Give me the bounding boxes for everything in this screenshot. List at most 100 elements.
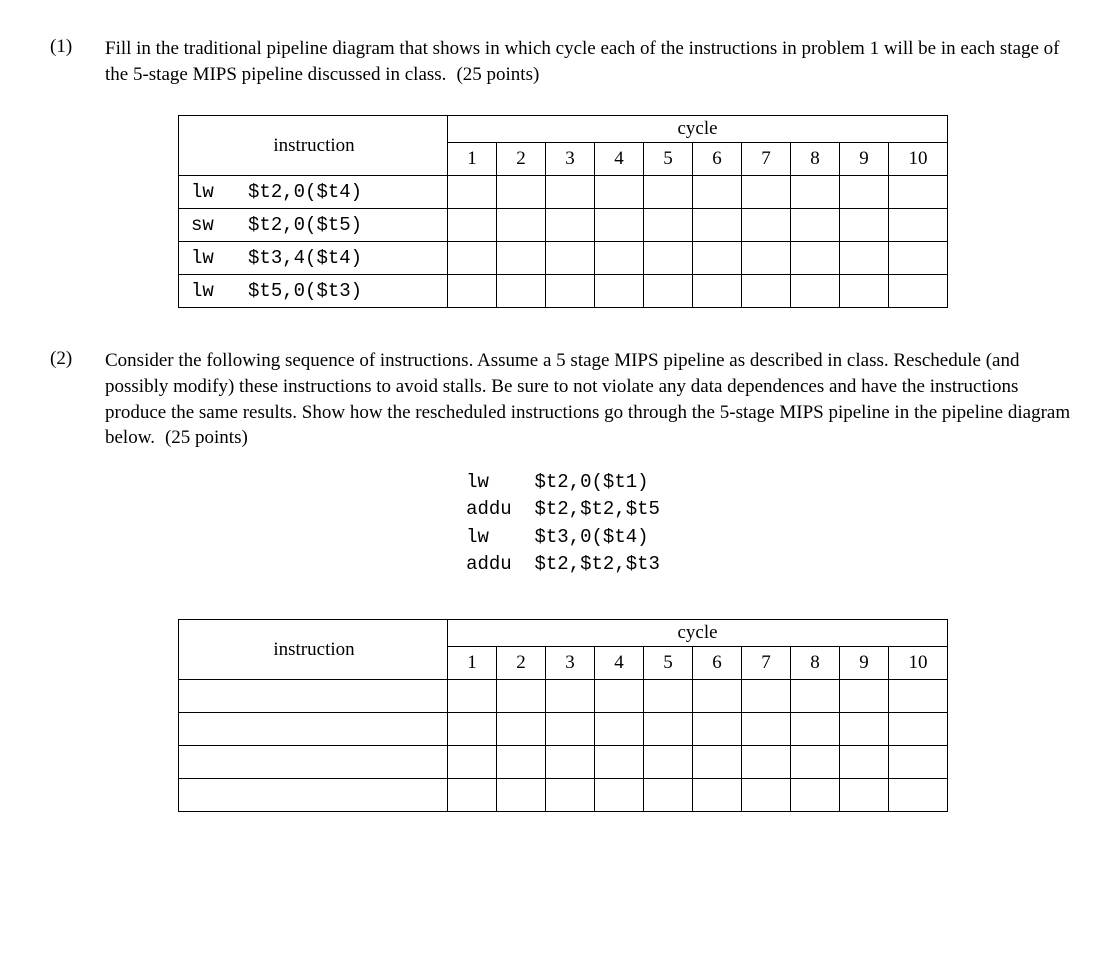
pipe-cell [595,746,644,779]
pipe-cell [693,746,742,779]
pipe-cell [840,242,889,275]
pipe-cell [742,779,791,812]
cycle-col-1: 1 [448,143,497,176]
table-2-instruction-header: instruction [179,620,448,680]
cycle-col-2: 2 [497,647,546,680]
table-row [179,746,948,779]
pipe-cell [889,275,948,308]
pipe-cell [546,680,595,713]
problem-2-number: (2) [50,348,105,451]
instr-cell-empty [179,713,448,746]
cycle-col-7: 7 [742,647,791,680]
pipe-cell [693,275,742,308]
instr-args: $t3,4($t4) [248,247,362,269]
instr-args: $t5,0($t3) [248,280,362,302]
table-1-cycle-header: cycle [448,116,948,143]
cycle-col-5: 5 [644,143,693,176]
pipe-cell [889,209,948,242]
code-block: lw $t2,0($t1) addu $t2,$t2,$t5 lw $t3,0(… [466,469,660,579]
pipe-cell [644,275,693,308]
code-line: addu $t2,$t2,$t3 [466,551,660,579]
pipe-cell [742,713,791,746]
table-1-wrap: instruction cycle 1 2 3 4 5 6 7 8 9 10 l… [50,87,1076,308]
pipe-cell [595,779,644,812]
instr-cell: lw $t5,0($t3) [179,275,448,308]
cycle-col-6: 6 [693,143,742,176]
problem-1-number: (1) [50,36,105,87]
pipe-cell [448,779,497,812]
pipe-cell [840,209,889,242]
pipe-cell [644,746,693,779]
pipe-cell [791,242,840,275]
pipe-cell [791,746,840,779]
cycle-col-7: 7 [742,143,791,176]
pipe-cell [595,209,644,242]
pipe-cell [595,176,644,209]
pipe-cell [546,746,595,779]
pipe-cell [644,680,693,713]
pipe-cell [497,746,546,779]
table-row: sw $t2,0($t5) [179,209,948,242]
code-args: $t3,0($t4) [535,526,649,548]
pipe-cell [742,209,791,242]
problem-1-points: (25 points) [456,64,539,85]
pipe-cell [693,209,742,242]
pipe-cell [693,779,742,812]
table-row [179,680,948,713]
pipe-cell [497,209,546,242]
pipe-cell [448,713,497,746]
cycle-col-2: 2 [497,143,546,176]
cycle-col-3: 3 [546,143,595,176]
pipe-cell [595,680,644,713]
pipe-cell [595,713,644,746]
problem-1: (1) Fill in the traditional pipeline dia… [50,36,1076,87]
pipe-cell [791,176,840,209]
pipe-cell [546,242,595,275]
code-op: addu [466,553,512,575]
pipe-cell [742,275,791,308]
pipe-cell [840,275,889,308]
pipe-cell [840,176,889,209]
pipe-cell [448,209,497,242]
pipe-cell [497,176,546,209]
pipe-cell [497,779,546,812]
instr-args: $t2,0($t4) [248,181,362,203]
pipe-cell [644,209,693,242]
cycle-col-6: 6 [693,647,742,680]
cycle-col-4: 4 [595,143,644,176]
pipe-cell [693,680,742,713]
table-2-wrap: instruction cycle 1 2 3 4 5 6 7 8 9 10 [50,591,1076,812]
pipe-cell [448,275,497,308]
problem-2-text: Consider the following sequence of instr… [105,350,1070,448]
instr-op: sw [191,214,214,236]
pipe-cell [889,779,948,812]
pipeline-table-2: instruction cycle 1 2 3 4 5 6 7 8 9 10 [178,619,948,812]
code-line: lw $t2,0($t1) [466,469,660,497]
cycle-col-5: 5 [644,647,693,680]
pipe-cell [546,779,595,812]
pipe-cell [791,209,840,242]
pipe-cell [889,746,948,779]
pipe-cell [840,746,889,779]
problem-2-points: (25 points) [165,427,248,448]
instr-cell-empty [179,680,448,713]
pipe-cell [791,680,840,713]
pipe-cell [595,275,644,308]
cycle-col-8: 8 [791,143,840,176]
table-1-instruction-header: instruction [179,116,448,176]
code-op: lw [466,526,489,548]
code-op: lw [466,471,489,493]
pipe-cell [448,242,497,275]
pipe-cell [791,275,840,308]
instr-op: lw [191,280,214,302]
pipe-cell [497,275,546,308]
pipe-cell [889,680,948,713]
pipeline-table-1: instruction cycle 1 2 3 4 5 6 7 8 9 10 l… [178,115,948,308]
pipe-cell [693,713,742,746]
table-row [179,713,948,746]
table-2-cycle-header: cycle [448,620,948,647]
pipe-cell [791,713,840,746]
pipe-cell [497,680,546,713]
instr-op: lw [191,181,214,203]
cycle-col-9: 9 [840,647,889,680]
